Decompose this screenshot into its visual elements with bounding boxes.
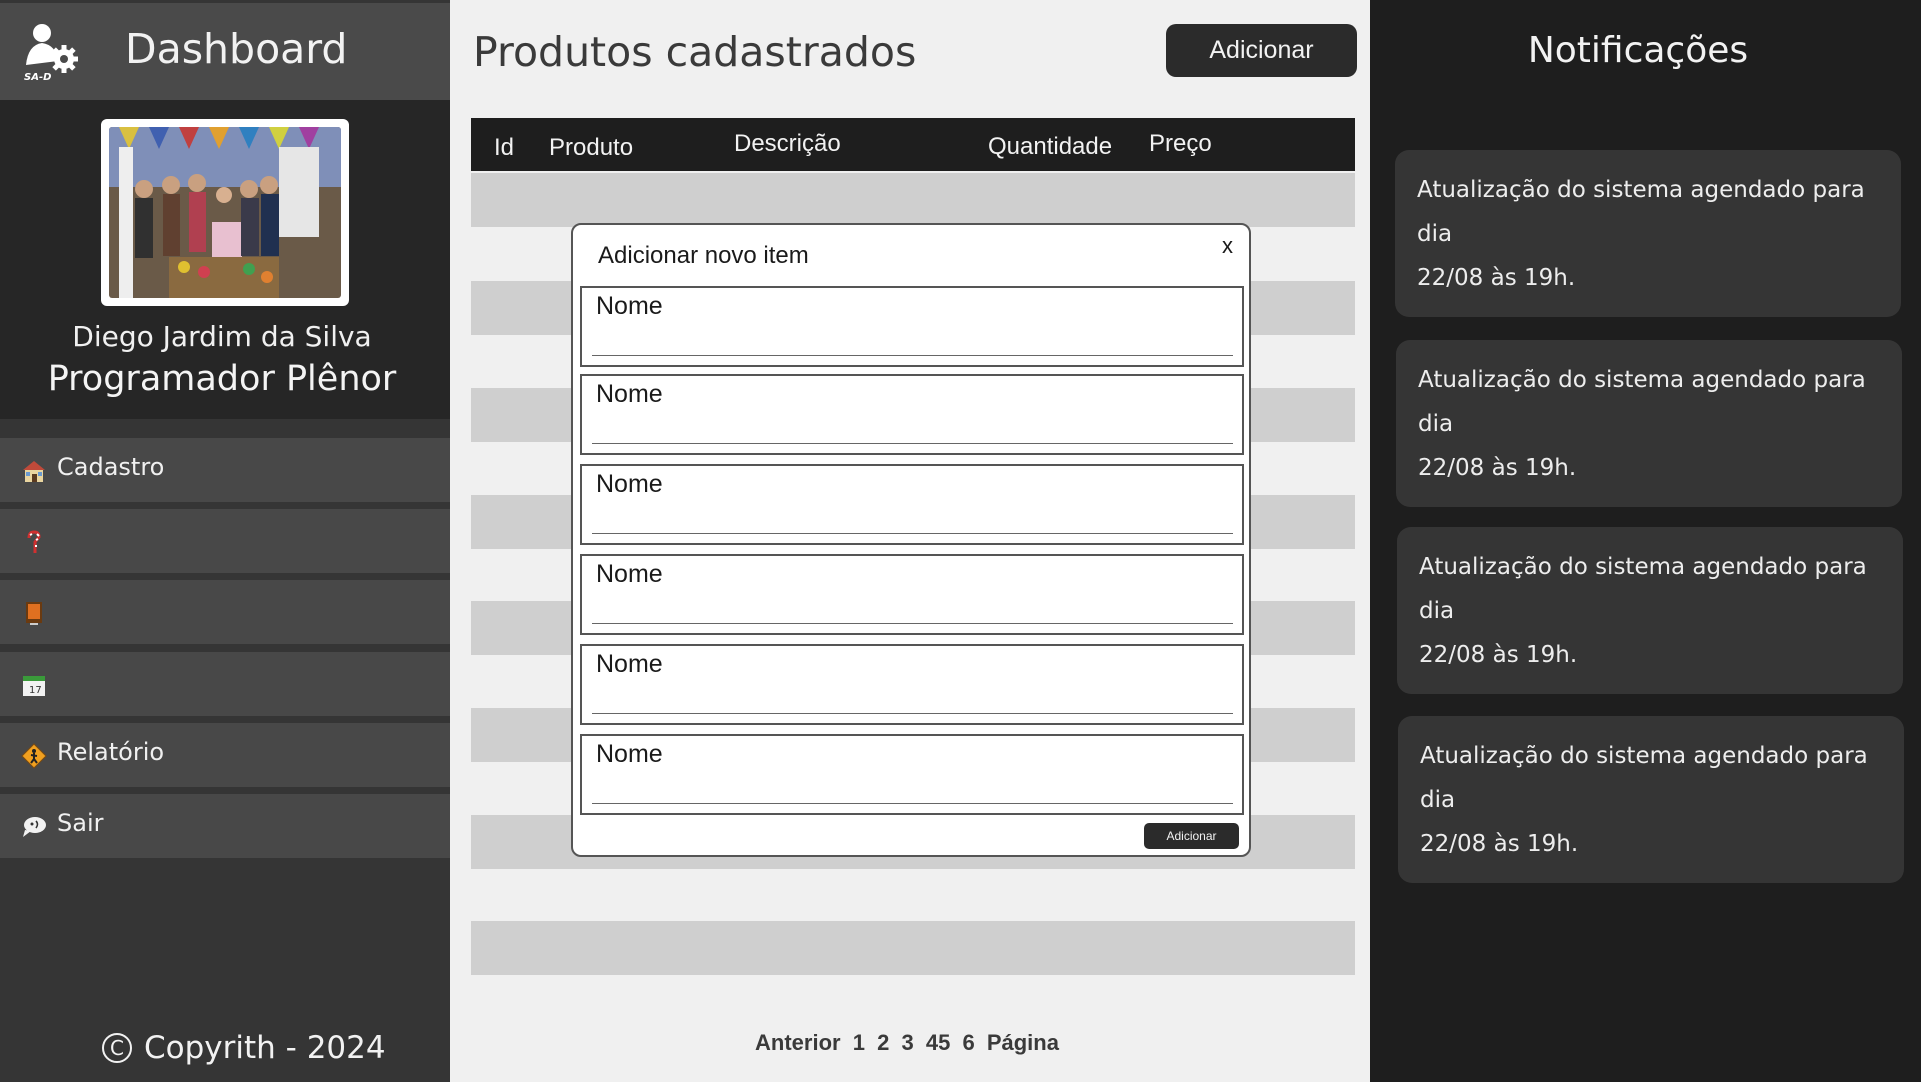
sidebar-item-sair[interactable]: Sair xyxy=(0,794,450,858)
nome-field[interactable]: Nome xyxy=(580,734,1244,815)
copyright: C Copyrith - 2024 xyxy=(102,1030,386,1066)
table-row[interactable] xyxy=(471,173,1355,227)
field-underline xyxy=(592,533,1233,534)
pagination-page[interactable]: 3 xyxy=(901,1030,913,1055)
pagination-previous[interactable]: Anterior xyxy=(755,1030,841,1055)
calendar-icon: 17 xyxy=(23,676,45,696)
nome-field[interactable]: Nome xyxy=(580,644,1244,725)
table-row[interactable] xyxy=(471,921,1355,975)
speech-bubble-icon xyxy=(23,817,46,837)
field-label: Nome xyxy=(596,650,663,678)
logo-icon[interactable]: SA-D xyxy=(20,21,82,83)
notification-text: Atualização do sistema agendado para dia xyxy=(1420,743,1868,813)
pagination-page[interactable]: 1 xyxy=(853,1030,865,1055)
nome-field[interactable]: Nome xyxy=(580,286,1244,367)
column-header-produto[interactable]: Produto xyxy=(549,134,633,162)
pagination-next[interactable]: Página xyxy=(987,1030,1059,1055)
field-underline xyxy=(592,443,1233,444)
field-underline xyxy=(592,623,1233,624)
column-header-preco[interactable]: Preço xyxy=(1149,130,1212,158)
user-profile: Diego Jardim da Silva Programador Plênor xyxy=(0,100,450,419)
sidebar-header: SA-D Dashboard xyxy=(0,3,450,100)
notification-date: 22/08 às 19h. xyxy=(1419,642,1578,668)
notification-card[interactable]: Atualização do sistema agendado para dia… xyxy=(1395,150,1901,317)
pagination-page[interactable]: 6 xyxy=(962,1030,974,1055)
field-label: Nome xyxy=(596,470,663,498)
nome-field[interactable]: Nome xyxy=(580,464,1244,545)
modal-title: Adicionar novo item xyxy=(598,242,809,269)
modal-add-button[interactable]: Adicionar xyxy=(1144,823,1239,849)
pagination-page[interactable]: 45 xyxy=(926,1030,950,1055)
nome-field[interactable]: Nome xyxy=(580,374,1244,455)
profile-photo xyxy=(101,119,349,306)
notification-text: Atualização do sistema agendado para dia xyxy=(1417,177,1865,247)
column-header-quantidade[interactable]: Quantidade xyxy=(988,133,1112,161)
field-underline xyxy=(592,803,1233,804)
sidebar-item-4[interactable]: 17 xyxy=(0,652,450,716)
notifications-panel: Notificações Atualização do sistema agen… xyxy=(1370,0,1921,1082)
warning-sign-icon xyxy=(21,743,47,769)
notification-text: Atualização do sistema agendado para dia xyxy=(1418,367,1866,437)
field-underline xyxy=(592,713,1233,714)
page-title: Produtos cadastrados xyxy=(473,28,917,76)
field-label: Nome xyxy=(596,292,663,320)
field-label: Nome xyxy=(596,740,663,768)
sidebar: SA-D Dashboard Diego Jardim da Silva Pro… xyxy=(0,0,450,1082)
table-header: Id Produto Descrição Quantidade Preço xyxy=(471,118,1355,171)
sidebar-item-cadastro[interactable]: Cadastro xyxy=(0,438,450,502)
notification-card[interactable]: Atualização do sistema agendado para dia… xyxy=(1398,716,1904,883)
candy-cane-icon xyxy=(27,530,41,553)
notifications-title: Notificações xyxy=(1527,30,1749,71)
nome-field[interactable]: Nome xyxy=(580,554,1244,635)
column-header-descricao[interactable]: Descrição xyxy=(734,130,841,158)
column-header-id[interactable]: Id xyxy=(494,134,514,162)
pagination-page[interactable]: 2 xyxy=(877,1030,889,1055)
sidebar-item-label: Cadastro xyxy=(57,453,165,481)
notification-date: 22/08 às 19h. xyxy=(1418,455,1577,481)
notification-date: 22/08 às 19h. xyxy=(1417,265,1576,291)
dashboard-title: Dashboard xyxy=(125,25,348,73)
add-product-button[interactable]: Adicionar xyxy=(1166,24,1357,77)
logo-text: SA-D xyxy=(24,72,51,83)
sidebar-item-label: Relatório xyxy=(57,738,165,766)
sidebar-item-label: Sair xyxy=(57,809,104,837)
sidebar-item-2[interactable] xyxy=(0,509,450,573)
notification-card[interactable]: Atualização do sistema agendado para dia… xyxy=(1397,527,1903,694)
sidebar-item-3[interactable] xyxy=(0,580,450,644)
add-item-modal: Adicionar novo item x Nome Nome Nome Nom… xyxy=(571,223,1251,857)
field-label: Nome xyxy=(596,380,663,408)
close-button[interactable]: x xyxy=(1222,233,1233,259)
user-role: Programador Plênor xyxy=(47,359,397,399)
copyright-text: Copyrith - 2024 xyxy=(144,1030,386,1066)
notification-date: 22/08 às 19h. xyxy=(1420,831,1579,857)
book-icon xyxy=(26,602,42,625)
field-underline xyxy=(592,355,1233,356)
field-label: Nome xyxy=(596,560,663,588)
user-name: Diego Jardim da Silva xyxy=(72,320,372,353)
party-photo-image xyxy=(109,127,341,298)
copyright-icon: C xyxy=(102,1033,132,1063)
sidebar-item-relatorio[interactable]: Relatório xyxy=(0,723,450,787)
pagination: Anterior 1 2 3 45 6 Página xyxy=(450,1030,1370,1056)
notification-text: Atualização do sistema agendado para dia xyxy=(1419,554,1867,624)
notification-card[interactable]: Atualização do sistema agendado para dia… xyxy=(1396,340,1902,507)
svg-text:17: 17 xyxy=(29,685,42,696)
house-icon xyxy=(23,461,45,482)
